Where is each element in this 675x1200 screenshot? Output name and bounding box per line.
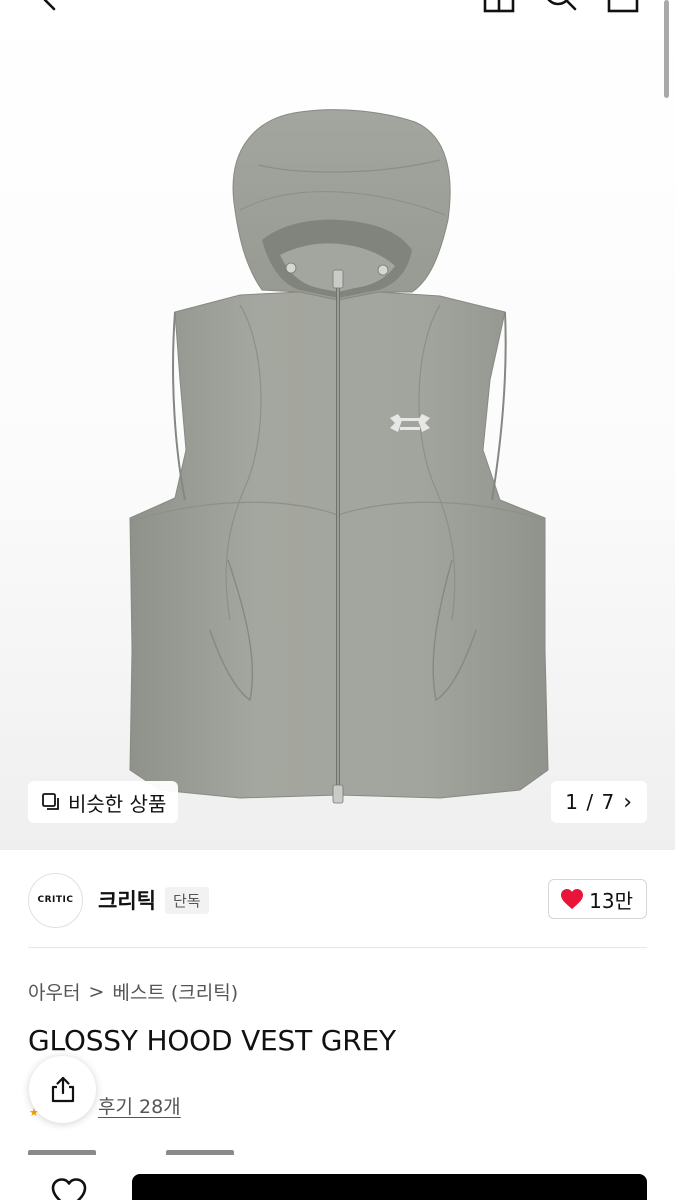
breadcrumb-category[interactable]: 아우터 bbox=[28, 978, 80, 1005]
tab-indicator bbox=[166, 1150, 234, 1155]
brand-row: CRITIC 크리틱 단독 13만 bbox=[28, 872, 647, 928]
heart-icon bbox=[561, 889, 584, 909]
breadcrumb-subcategory[interactable]: 베스트 (크리틱) bbox=[112, 978, 238, 1005]
tab-indicator bbox=[28, 1150, 96, 1155]
brand-name[interactable]: 크리틱 bbox=[98, 885, 156, 915]
image-pager-count: 1 / 7 bbox=[565, 790, 616, 814]
page-scrollbar[interactable] bbox=[664, 0, 669, 98]
wishlist-heart-icon[interactable] bbox=[50, 1177, 88, 1200]
breadcrumb: 아우터 > 베스트 (크리틱) bbox=[28, 978, 238, 1005]
similar-items-button[interactable]: 비슷한 상품 bbox=[28, 781, 179, 823]
review-link[interactable]: 후기 28개 bbox=[98, 1092, 181, 1119]
cart-icon bbox=[483, 0, 515, 13]
back-chevron-icon bbox=[43, 0, 56, 11]
brand-logo[interactable]: CRITIC bbox=[28, 872, 83, 928]
similar-items-label: 비슷한 상품 bbox=[68, 791, 167, 816]
brand-logo-text: CRITIC bbox=[37, 895, 74, 905]
product-image bbox=[129, 109, 549, 804]
like-count: 13만 bbox=[589, 888, 633, 913]
back-button[interactable] bbox=[34, 0, 68, 14]
buy-button[interactable] bbox=[132, 1174, 647, 1200]
chevron-right-icon: › bbox=[623, 789, 633, 815]
product-title: GLOSSY HOOD VEST GREY bbox=[28, 1024, 396, 1057]
bag-button[interactable] bbox=[606, 0, 640, 14]
search-icon bbox=[547, 0, 577, 11]
divider bbox=[28, 947, 647, 948]
share-button[interactable] bbox=[29, 1056, 96, 1123]
search-button[interactable] bbox=[543, 0, 577, 14]
image-pager[interactable]: 1 / 7 › bbox=[551, 781, 647, 823]
product-image-area[interactable]: 비슷한 상품 1 / 7 › bbox=[0, 0, 675, 850]
chevron-right-icon: > bbox=[88, 980, 105, 1003]
similar-items-icon bbox=[42, 793, 59, 810]
bag-icon bbox=[607, 0, 639, 13]
share-icon bbox=[51, 1076, 74, 1102]
exclusive-badge: 단독 bbox=[164, 886, 209, 914]
brand-like-button[interactable]: 13만 bbox=[548, 879, 647, 919]
store-button[interactable] bbox=[482, 0, 516, 14]
